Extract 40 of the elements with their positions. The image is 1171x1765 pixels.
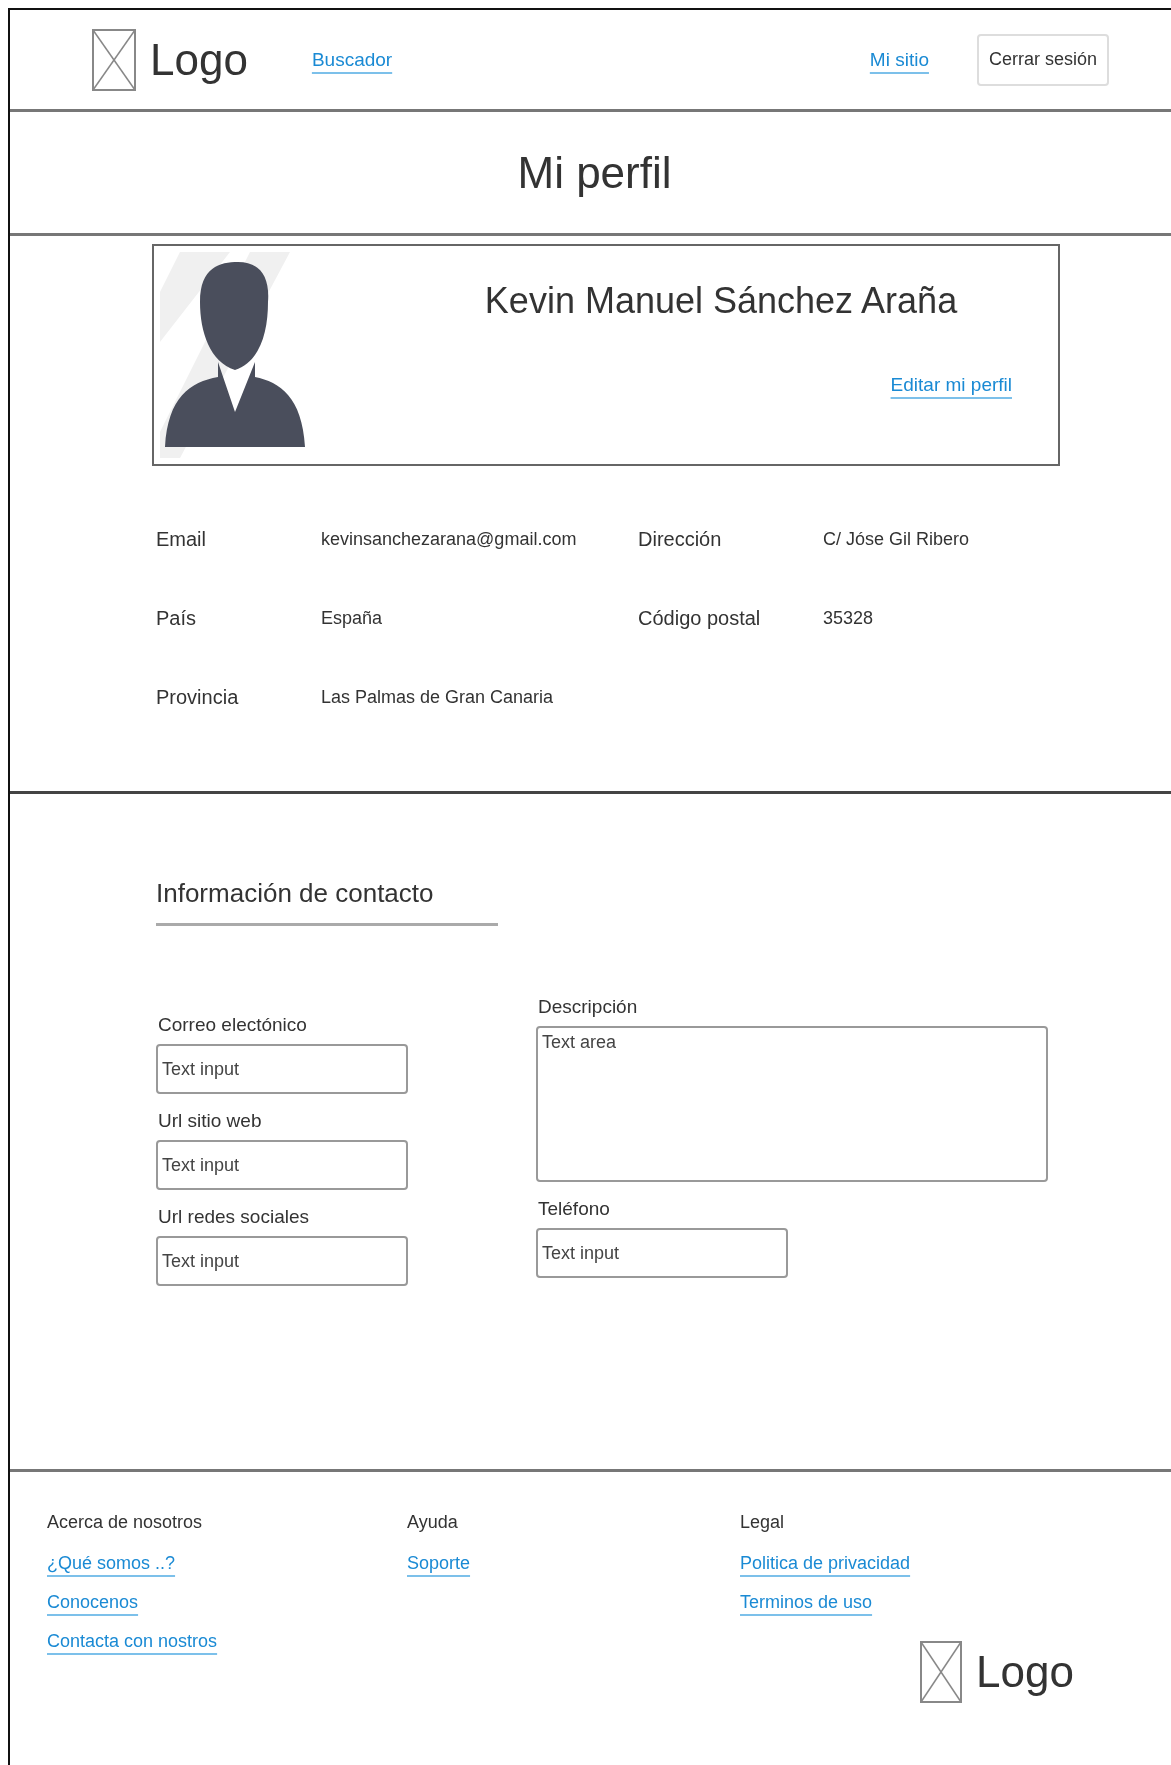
text-input[interactable]: Text input (536, 1228, 788, 1278)
detail-label: País (156, 607, 198, 630)
footer-link[interactable]: Contacta con nostros (47, 1631, 218, 1652)
footer-link[interactable]: Soporte (407, 1553, 471, 1574)
logo-text: Logo (976, 1647, 1074, 1697)
text-input[interactable]: Text input (156, 1236, 408, 1286)
profile-name: Kevin Manuel Sánchez Araña (484, 280, 958, 322)
section-title: Información de contacto (156, 878, 498, 926)
nav-link[interactable]: Buscador (311, 48, 393, 71)
detail-label: Dirección (638, 528, 723, 551)
image-placeholder-icon (920, 1641, 962, 1703)
footer-link[interactable]: Conocenos (47, 1592, 139, 1613)
footer-link[interactable]: ¿Qué somos ..? (47, 1553, 176, 1574)
detail-value: C/ Jóse Gil Ribero (823, 529, 971, 550)
text-input[interactable]: Text input (156, 1140, 408, 1190)
footer-heading: Acerca de nosotros (47, 1512, 203, 1533)
field-label: Url sitio web (158, 1110, 263, 1132)
detail-label: Código postal (638, 607, 762, 630)
nav-link[interactable]: Mi sitio (869, 48, 929, 71)
detail-label: Provincia (156, 686, 240, 709)
field-label: Teléfono (538, 1198, 611, 1220)
logout-button[interactable]: Cerrar sesión (976, 33, 1109, 86)
text-input[interactable]: Text input (156, 1044, 408, 1094)
page-title: Mi perfil (517, 147, 672, 198)
detail-value: kevinsanchezarana@gmail.com (321, 529, 578, 550)
footer-link[interactable]: Terminos de uso (740, 1592, 873, 1613)
image-placeholder-icon (92, 28, 136, 91)
footer-heading: Ayuda (407, 1512, 458, 1533)
detail-label: Email (156, 528, 207, 551)
field-label: Descripción (538, 996, 639, 1018)
edit-profile-link[interactable]: Editar mi perfil (890, 374, 1012, 395)
field-label: Correo electónico (158, 1014, 308, 1036)
logo-text: Logo (150, 34, 248, 85)
text-area[interactable]: Text area (536, 1026, 1048, 1182)
detail-value: Las Palmas de Gran Canaria (321, 687, 555, 708)
field-label: Url redes sociales (158, 1206, 310, 1228)
detail-value: España (321, 608, 384, 629)
footer-link[interactable]: Politica de privacidad (740, 1553, 911, 1574)
detail-value: 35328 (823, 608, 875, 629)
footer-heading: Legal (740, 1512, 785, 1533)
